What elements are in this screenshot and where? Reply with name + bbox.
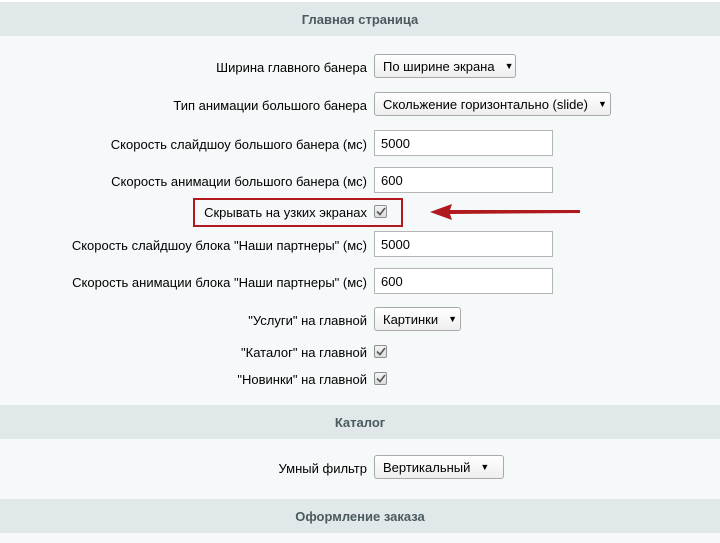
row-banner-width: Ширина главного банера По ширине экрана … bbox=[0, 53, 720, 81]
section-title-main-page: Главная страница bbox=[301, 11, 419, 27]
row-partners-slideshow-speed: Скорость слайдшоу блока "Наши партнеры" … bbox=[0, 231, 720, 259]
partners-animation-speed-label: Скорость анимации блока "Наши партнеры" … bbox=[72, 274, 367, 290]
banner-width-label: Ширина главного банера bbox=[216, 59, 367, 75]
animation-type-label: Тип анимации большого банера bbox=[173, 97, 367, 113]
animation-type-value: Скольжение горизонтально (slide) bbox=[383, 96, 588, 112]
animation-speed-label: Скорость анимации большого банера (мс) bbox=[111, 173, 367, 189]
section-header-order: Оформление заказа bbox=[0, 499, 720, 533]
section-title-catalog: Каталог bbox=[334, 414, 386, 430]
triangle-down-icon: ▼ bbox=[597, 99, 607, 109]
news-main-label: "Новинки" на главной bbox=[237, 371, 367, 387]
row-catalog-main: "Каталог" на главной bbox=[0, 338, 720, 366]
services-main-label: "Услуги" на главной bbox=[248, 312, 367, 328]
services-main-value: Картинки bbox=[383, 311, 439, 327]
section-title-order: Оформление заказа bbox=[295, 508, 425, 524]
section-header-catalog: Каталог bbox=[0, 405, 720, 439]
catalog-main-label: "Каталог" на главной bbox=[241, 344, 367, 360]
checkmark-icon bbox=[375, 374, 386, 383]
section-body-order bbox=[0, 533, 720, 543]
banner-width-value: По ширине экрана bbox=[383, 58, 495, 74]
row-news-main: "Новинки" на главной bbox=[0, 365, 720, 393]
banner-width-select[interactable]: По ширине экрана ▼ bbox=[374, 54, 516, 78]
row-animation-speed: Скорость анимации большого банера (мс) 6… bbox=[0, 167, 720, 195]
slideshow-speed-input[interactable]: 5000 bbox=[374, 130, 553, 156]
arrow-left-icon bbox=[430, 204, 580, 220]
section-header-main-page: Главная страница bbox=[0, 2, 720, 36]
news-main-checkbox[interactable] bbox=[374, 372, 387, 385]
catalog-main-checkbox[interactable] bbox=[374, 345, 387, 358]
checkmark-icon bbox=[375, 347, 386, 356]
row-animation-type: Тип анимации большого банера Скольжение … bbox=[0, 91, 720, 119]
row-services-main: "Услуги" на главной Картинки ▼ bbox=[0, 306, 720, 334]
annotation-highlight-box bbox=[193, 198, 403, 227]
services-main-select[interactable]: Картинки ▼ bbox=[374, 307, 461, 331]
partners-slideshow-speed-label: Скорость слайдшоу блока "Наши партнеры" … bbox=[71, 237, 367, 253]
partners-slideshow-speed-input[interactable]: 5000 bbox=[374, 231, 553, 257]
smart-filter-value: Вертикальный bbox=[383, 459, 471, 475]
row-smart-filter: Умный фильтр Вертикальный ▼ bbox=[0, 454, 720, 482]
row-slideshow-speed: Скорость слайдшоу большого банера (мс) 5… bbox=[0, 130, 720, 158]
row-partners-animation-speed: Скорость анимации блока "Наши партнеры" … bbox=[0, 268, 720, 296]
animation-type-select[interactable]: Скольжение горизонтально (slide) ▼ bbox=[374, 92, 611, 116]
triangle-down-icon: ▼ bbox=[448, 314, 458, 324]
triangle-down-icon: ▼ bbox=[504, 61, 514, 71]
smart-filter-label: Умный фильтр bbox=[278, 460, 368, 476]
animation-speed-input[interactable]: 600 bbox=[374, 167, 553, 193]
slideshow-speed-label: Скорость слайдшоу большого банера (мс) bbox=[110, 136, 367, 152]
triangle-down-icon: ▼ bbox=[480, 462, 490, 472]
partners-animation-speed-input[interactable]: 600 bbox=[374, 268, 553, 294]
smart-filter-select[interactable]: Вертикальный ▼ bbox=[374, 455, 504, 479]
